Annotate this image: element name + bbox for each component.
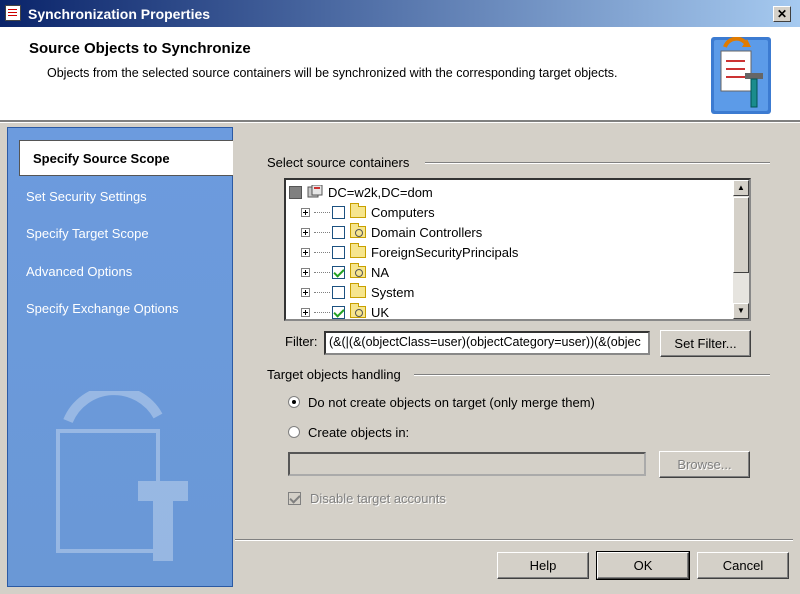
scroll-thumb[interactable] xyxy=(733,197,749,273)
expand-icon[interactable] xyxy=(301,227,310,237)
expand-icon[interactable] xyxy=(301,307,310,317)
sync-tools-icon xyxy=(711,37,771,114)
tree-item-foreign-security-principals[interactable]: ForeignSecurityPrincipals xyxy=(301,242,518,262)
expand-icon[interactable] xyxy=(301,267,310,277)
domain-icon xyxy=(307,185,323,198)
merge-only-label[interactable]: Do not create objects on target (only me… xyxy=(308,395,595,410)
create-objects-radio[interactable] xyxy=(288,426,300,438)
sidebar-item-specify-exchange-options[interactable]: Specify Exchange Options xyxy=(26,301,178,316)
folder-icon xyxy=(350,283,366,298)
tree-item-na[interactable]: NA xyxy=(301,262,389,282)
tree-vertical-scrollbar[interactable]: ▲ ▼ xyxy=(733,180,749,319)
source-containers-tree[interactable]: DC=w2k,DC=dom Computers Domain Controlle… xyxy=(284,178,751,321)
ok-button[interactable]: OK xyxy=(596,551,690,580)
window-title: Synchronization Properties xyxy=(28,6,211,22)
tree-item-checkbox[interactable] xyxy=(332,285,345,299)
ou-folder-icon xyxy=(350,223,366,238)
sidebar-item-specify-source-scope[interactable]: Specify Source Scope xyxy=(19,140,233,176)
cancel-button[interactable]: Cancel xyxy=(697,552,789,579)
ou-folder-icon xyxy=(350,263,366,278)
expand-icon[interactable] xyxy=(301,207,310,217)
app-icon xyxy=(5,5,21,21)
page-description: Objects from the selected source contain… xyxy=(47,66,618,80)
ou-folder-icon xyxy=(350,303,366,318)
tree-item-label: ForeignSecurityPrincipals xyxy=(371,244,519,260)
expand-icon[interactable] xyxy=(301,287,310,297)
tree-item-label: Domain Controllers xyxy=(371,224,483,240)
tree-item-label: UK xyxy=(371,304,390,320)
header-separator xyxy=(0,120,800,123)
disable-target-accounts-checkbox[interactable] xyxy=(288,492,301,505)
root-checkbox[interactable] xyxy=(289,185,302,199)
scroll-down-arrow-icon[interactable]: ▼ xyxy=(733,303,749,319)
tree-item-uk[interactable]: UK xyxy=(301,302,390,320)
set-filter-button[interactable]: Set Filter... xyxy=(660,330,751,357)
tree-item-checkbox[interactable] xyxy=(332,225,345,239)
disable-target-accounts-label[interactable]: Disable target accounts xyxy=(310,491,446,506)
create-objects-path-input[interactable] xyxy=(288,452,646,476)
tree-item-system[interactable]: System xyxy=(301,282,414,302)
tree-item-label: System xyxy=(371,284,415,300)
group-separator xyxy=(425,162,770,164)
filter-label: Filter: xyxy=(285,334,318,349)
close-button[interactable]: ✕ xyxy=(773,6,791,22)
help-button[interactable]: Help xyxy=(497,552,589,579)
tree-item-checkbox[interactable] xyxy=(332,245,345,259)
expand-icon[interactable] xyxy=(301,247,310,257)
tree-item-computers[interactable]: Computers xyxy=(301,202,435,222)
tree-root-item[interactable]: DC=w2k,DC=dom xyxy=(289,182,433,202)
source-containers-group-label: Select source containers xyxy=(267,155,410,170)
sidebar-item-advanced-options[interactable]: Advanced Options xyxy=(26,264,132,279)
browse-button[interactable]: Browse... xyxy=(659,451,750,478)
tree-item-checkbox[interactable] xyxy=(332,305,345,319)
create-objects-label[interactable]: Create objects in: xyxy=(308,425,409,440)
scroll-up-arrow-icon[interactable]: ▲ xyxy=(733,180,749,196)
tree-item-checkbox[interactable] xyxy=(332,265,345,279)
tree-item-label: Computers xyxy=(371,204,435,220)
tree-item-checkbox[interactable] xyxy=(332,205,345,219)
target-handling-group-label: Target objects handling xyxy=(267,367,401,382)
folder-icon xyxy=(350,203,366,218)
tree-item-label: NA xyxy=(371,264,390,280)
sync-tools-watermark-icon xyxy=(56,391,188,561)
footer-separator xyxy=(235,539,793,541)
sidebar-item-specify-target-scope[interactable]: Specify Target Scope xyxy=(26,226,149,241)
filter-field[interactable]: (&(|(&(objectClass=user)(objectCategory=… xyxy=(324,331,650,355)
folder-icon xyxy=(350,243,366,258)
merge-only-radio[interactable] xyxy=(288,396,300,408)
sidebar-item-label: Specify Source Scope xyxy=(33,151,170,166)
tree-root-label: DC=w2k,DC=dom xyxy=(328,184,433,200)
page-title: Source Objects to Synchronize xyxy=(29,40,251,57)
group-separator xyxy=(414,374,770,376)
sidebar-item-set-security-settings[interactable]: Set Security Settings xyxy=(26,189,147,204)
tree-item-domain-controllers[interactable]: Domain Controllers xyxy=(301,222,482,242)
